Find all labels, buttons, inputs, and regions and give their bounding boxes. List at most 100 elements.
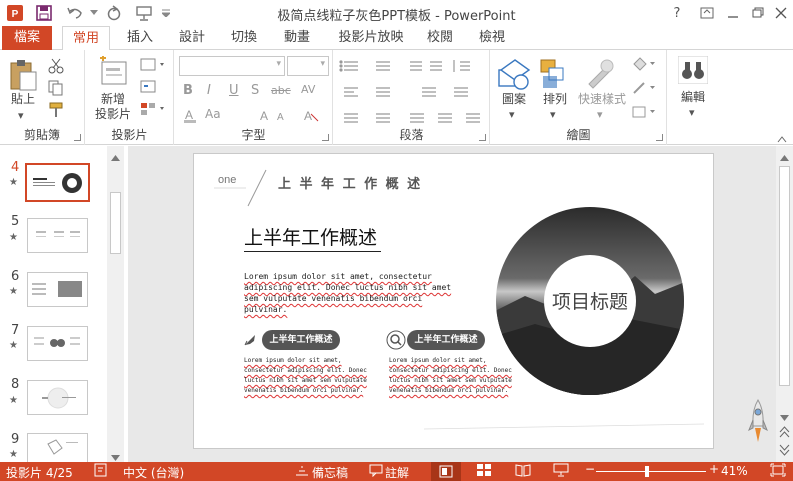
help-button[interactable]: ? [662, 0, 692, 26]
spell-check-icon[interactable] [94, 463, 108, 480]
new-slide-label-2[interactable]: 投影片 [90, 107, 136, 122]
font-color-icon[interactable]: A [183, 108, 201, 127]
slide-thumbnail[interactable] [27, 380, 88, 415]
section-icon[interactable] [140, 102, 166, 119]
tab-transitions[interactable]: 切換 [222, 26, 266, 50]
copy-icon[interactable] [48, 80, 64, 99]
tab-view[interactable]: 檢視 [470, 26, 514, 50]
tab-design[interactable]: 設計 [170, 26, 214, 50]
comments-button[interactable]: 註解 [385, 464, 409, 481]
scroll-up-icon[interactable] [780, 150, 789, 164]
quick-styles-dropdown-icon[interactable]: ▾ [597, 108, 603, 121]
new-slide-label-1[interactable]: 新增 [90, 92, 136, 107]
arrange-dropdown-icon[interactable]: ▾ [550, 108, 556, 121]
shapes-button[interactable]: 圖案 [493, 92, 535, 107]
font-size-field[interactable]: ▾ [287, 56, 329, 76]
next-slide-icon[interactable] [779, 444, 790, 459]
quick-styles-button[interactable]: 快速樣式 [577, 92, 627, 107]
collapse-ribbon-icon[interactable] [777, 132, 787, 146]
bold-button[interactable]: B [183, 83, 193, 98]
slide-section-number: one [218, 174, 237, 186]
notes-icon[interactable] [295, 463, 309, 480]
clipboard-launcher-icon[interactable] [74, 134, 81, 141]
font-name-field[interactable]: ▾ [179, 56, 285, 76]
zoom-level[interactable]: 41% [721, 464, 748, 478]
scroll-thumb[interactable] [110, 192, 121, 254]
title-bar: P 极简点线粒子灰色PPT模板 - PowerPoint ? [0, 0, 793, 26]
paragraph-tools-icon[interactable] [338, 58, 488, 128]
editor-scrollbar[interactable] [776, 146, 793, 462]
reading-view-icon[interactable] [515, 463, 531, 480]
arrange-button[interactable]: 排列 [535, 92, 575, 107]
previous-slide-icon[interactable] [779, 426, 790, 441]
shape-fill-icon[interactable] [631, 56, 657, 75]
shape-effects-icon[interactable] [631, 104, 657, 123]
new-slide-icon[interactable] [98, 55, 128, 91]
slide-thumbnail[interactable] [25, 163, 90, 202]
slide-thumbnail[interactable] [27, 272, 88, 307]
clear-formatting-icon[interactable]: A [303, 108, 319, 125]
tab-home[interactable]: 常用 [62, 26, 110, 51]
italic-button[interactable]: I [207, 83, 211, 98]
scroll-thumb[interactable] [779, 166, 790, 386]
slide-number: 6 [11, 269, 20, 284]
slide-thumbnail[interactable] [27, 433, 88, 462]
slide-header: 上 半 年 工 作 概 述 [278, 177, 423, 192]
format-painter-icon[interactable] [48, 102, 64, 121]
language-indicator[interactable]: 中文 (台灣) [123, 464, 184, 481]
find-binoculars-icon[interactable] [677, 55, 709, 87]
slide-sorter-icon[interactable] [476, 463, 492, 480]
search-circle-icon [386, 330, 406, 353]
font-launcher-icon[interactable] [322, 134, 329, 141]
reset-icon[interactable] [140, 80, 156, 97]
star-icon: ★ [9, 449, 18, 460]
drawing-group: 圖案 ▾ 排列 ▾ 快速樣式 ▾ 繪圖 [491, 50, 667, 145]
close-button[interactable] [766, 0, 793, 26]
underline-button[interactable]: U [229, 83, 239, 98]
drawing-launcher-icon[interactable] [656, 134, 663, 141]
slideshow-view-icon[interactable] [553, 463, 569, 480]
comments-icon[interactable] [369, 463, 383, 480]
strikethrough-button[interactable]: abc [271, 84, 291, 97]
zoom-slider-thumb[interactable] [645, 466, 649, 477]
change-case-button[interactable]: Aa [205, 107, 221, 121]
scroll-down-icon[interactable] [780, 410, 789, 424]
zoom-in-button[interactable]: + [709, 462, 719, 476]
arrange-icon[interactable] [539, 58, 569, 93]
font-name-dropdown-icon[interactable]: ▾ [276, 59, 281, 69]
paste-icon[interactable] [8, 58, 38, 95]
font-size-dropdown-icon[interactable]: ▾ [320, 59, 325, 69]
text-shadow-button[interactable]: S [251, 83, 259, 98]
editing-dropdown-icon[interactable]: ▾ [689, 106, 695, 119]
normal-view-icon[interactable] [431, 462, 461, 481]
quick-styles-icon[interactable] [585, 58, 615, 93]
font-grow-icon[interactable]: AA [259, 108, 295, 125]
layout-icon[interactable] [140, 58, 166, 75]
slide-thumbnail[interactable] [27, 326, 88, 361]
fit-slide-icon[interactable] [770, 463, 786, 480]
tab-insert[interactable]: 插入 [118, 26, 162, 50]
shapes-dropdown-icon[interactable]: ▾ [509, 108, 515, 121]
slide-paragraph: Lorem ipsum dolor sit amet, consectetur … [244, 272, 452, 314]
current-slide[interactable]: one 上 半 年 工 作 概 述 上半年工作概述 Lorem ipsum do… [193, 153, 714, 449]
paste-button[interactable]: 貼上 [8, 92, 38, 107]
tab-animations[interactable]: 動畫 [275, 26, 319, 50]
paste-dropdown-icon[interactable]: ▾ [18, 109, 24, 122]
tab-slideshow[interactable]: 投影片放映 [331, 26, 411, 50]
editing-group: 編輯 ▾ [668, 50, 718, 145]
character-spacing-button[interactable]: AV [301, 83, 315, 96]
tab-file[interactable]: 檔案 [2, 26, 52, 50]
thumbnails-scrollbar[interactable] [107, 146, 124, 462]
cut-icon[interactable] [48, 58, 64, 77]
shapes-icon[interactable] [497, 58, 531, 93]
tab-review[interactable]: 校閱 [418, 26, 462, 50]
zoom-slider-track[interactable] [596, 471, 706, 472]
star-icon: ★ [9, 177, 18, 188]
zoom-out-button[interactable]: − [585, 462, 595, 476]
notes-button[interactable]: 備忘稿 [312, 464, 348, 481]
editing-button[interactable]: 編輯 [672, 90, 714, 105]
slide-thumbnail[interactable] [27, 218, 88, 253]
paragraph-launcher-icon[interactable] [479, 134, 486, 141]
scroll-up-icon[interactable] [111, 150, 120, 164]
shape-outline-icon[interactable] [631, 80, 657, 99]
